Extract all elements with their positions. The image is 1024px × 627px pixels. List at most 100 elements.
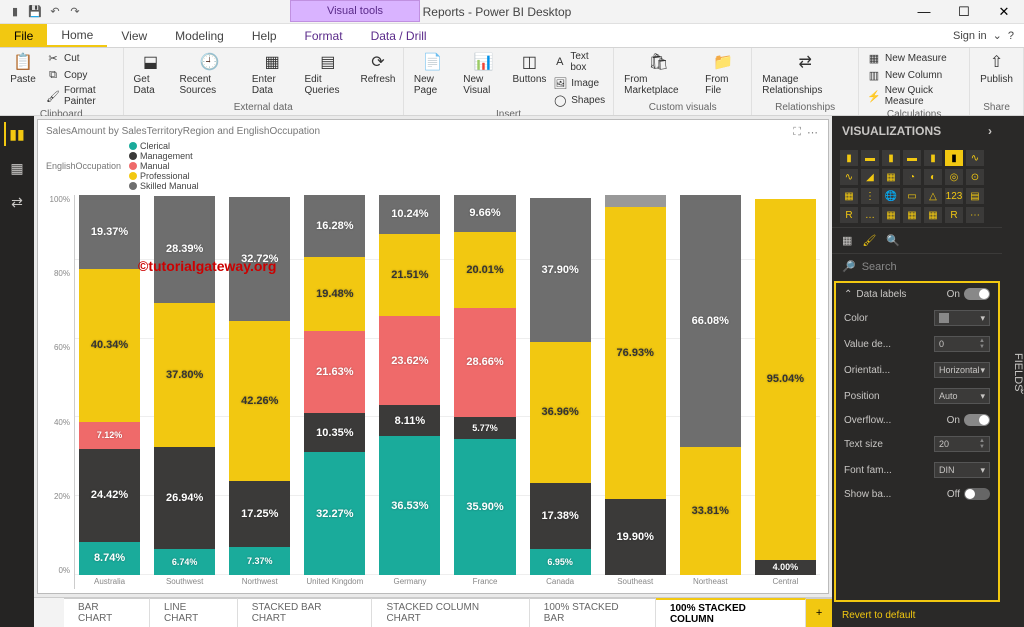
- buttons-button[interactable]: ◫Buttons: [512, 50, 548, 87]
- textbox-button[interactable]: AText box: [551, 50, 607, 74]
- viz-type-tile[interactable]: ▬: [903, 150, 921, 166]
- value-decimal-input[interactable]: 0▲▼: [934, 336, 990, 352]
- manage-relationships-button[interactable]: ⇄Manage Relationships: [758, 50, 852, 98]
- fields-well-icon[interactable]: ▦: [842, 234, 852, 247]
- from-marketplace-button[interactable]: 🛍From Marketplace: [620, 50, 697, 98]
- bar-segment[interactable]: 10.24%: [379, 195, 440, 234]
- viz-type-tile[interactable]: ⋮: [861, 188, 879, 204]
- copy-button[interactable]: ⧉Copy: [44, 67, 117, 83]
- bar-segment[interactable]: 35.90%: [454, 439, 515, 575]
- viz-type-tile[interactable]: ▦: [924, 207, 942, 223]
- new-visual-button[interactable]: 📊New Visual: [459, 50, 507, 98]
- bar-segment[interactable]: 4.00%: [755, 560, 816, 575]
- menu-tab-home[interactable]: Home: [47, 24, 107, 47]
- bar-segment[interactable]: 76.93%: [605, 207, 666, 499]
- bar-segment[interactable]: 95.04%: [755, 199, 816, 560]
- show-bg-toggle[interactable]: [964, 488, 990, 500]
- more-options-icon[interactable]: ⋯: [807, 126, 818, 139]
- format-painter-button[interactable]: 🖌Format Painter: [44, 84, 117, 108]
- viz-pane-header[interactable]: VISUALIZATIONS›: [832, 116, 1002, 146]
- quick-measure-button[interactable]: ⚡New Quick Measure: [865, 84, 963, 108]
- add-page-button[interactable]: +: [806, 598, 832, 627]
- format-icon[interactable]: 🖌: [862, 234, 876, 247]
- bar-segment[interactable]: 6.95%: [530, 549, 591, 575]
- bar-segment[interactable]: 40.34%: [79, 269, 140, 422]
- cut-button[interactable]: ✂Cut: [44, 50, 117, 66]
- file-tab[interactable]: File: [0, 24, 47, 47]
- orientation-select[interactable]: Horizontal▾: [934, 362, 990, 378]
- redo-icon[interactable]: ↷: [68, 5, 82, 19]
- new-measure-button[interactable]: ▦New Measure: [865, 50, 963, 66]
- viz-type-tile[interactable]: 123: [945, 188, 963, 204]
- visual-container[interactable]: ⛶ ⋯ SalesAmount by SalesTerritoryRegion …: [37, 119, 829, 594]
- viz-type-tile[interactable]: ▭: [903, 188, 921, 204]
- bar-segment[interactable]: 42.26%: [229, 321, 290, 482]
- legend-item[interactable]: Clerical: [129, 141, 199, 151]
- viz-type-tile[interactable]: R: [945, 207, 963, 223]
- viz-type-tile[interactable]: ▦: [882, 169, 900, 185]
- bar-segment[interactable]: 5.77%: [454, 417, 515, 439]
- viz-type-tile[interactable]: ◐: [924, 169, 942, 185]
- bar-column[interactable]: 33.81%66.08%Northeast: [680, 195, 741, 589]
- bar-segment[interactable]: 19.90%: [605, 499, 666, 575]
- bar-segment[interactable]: 36.53%: [379, 436, 440, 575]
- viz-type-tile[interactable]: ▮: [882, 150, 900, 166]
- data-labels-header[interactable]: ⌃ Data labels: [844, 289, 906, 300]
- viz-type-tile[interactable]: ▦: [882, 207, 900, 223]
- bar-segment[interactable]: 21.63%: [304, 331, 365, 413]
- bar-segment[interactable]: 6.74%: [154, 549, 215, 575]
- menu-tab-view[interactable]: View: [107, 24, 161, 47]
- bar-segment[interactable]: 19.48%: [304, 257, 365, 331]
- bar-segment[interactable]: 9.66%: [454, 195, 515, 232]
- viz-type-tile[interactable]: ⊙: [966, 169, 984, 185]
- bar-segment[interactable]: 33.81%: [680, 447, 741, 575]
- viz-type-tile[interactable]: ▦: [903, 207, 921, 223]
- bar-column[interactable]: 32.27%10.35%21.63%19.48%16.28%United Kin…: [304, 195, 365, 589]
- bar-column[interactable]: 6.95%17.38%36.96%37.90%Canada: [530, 195, 591, 589]
- help-icon[interactable]: ?: [1008, 30, 1014, 42]
- paste-button[interactable]: 📋Paste: [6, 50, 40, 87]
- bar-column[interactable]: 6.74%26.94%37.80%28.39%Southwest: [154, 195, 215, 589]
- bar-segment[interactable]: 28.66%: [454, 308, 515, 417]
- bar-segment[interactable]: 24.42%: [79, 449, 140, 542]
- position-select[interactable]: Auto▾: [934, 388, 990, 404]
- bar-segment[interactable]: 26.94%: [154, 447, 215, 549]
- data-labels-toggle[interactable]: [964, 288, 990, 300]
- bar-segment[interactable]: 7.37%: [229, 547, 290, 575]
- legend-item[interactable]: Manual: [129, 161, 199, 171]
- viz-type-tile[interactable]: 🌐: [882, 188, 900, 204]
- maximize-button[interactable]: ☐: [944, 0, 984, 24]
- viz-type-tile[interactable]: ∿: [840, 169, 858, 185]
- font-family-select[interactable]: DIN▾: [934, 462, 990, 478]
- enter-data-button[interactable]: ▦Enter Data: [248, 50, 297, 98]
- page-tab[interactable]: LINE CHART: [150, 598, 238, 627]
- legend-item[interactable]: Skilled Manual: [129, 181, 199, 191]
- report-view-button[interactable]: ▮▮: [4, 122, 28, 146]
- viz-type-tile[interactable]: R: [840, 207, 858, 223]
- legend-item[interactable]: Professional: [129, 171, 199, 181]
- bar-segment[interactable]: 17.38%: [530, 483, 591, 549]
- menu-tab-help[interactable]: Help: [238, 24, 291, 47]
- overflow-toggle[interactable]: [964, 414, 990, 426]
- model-view-button[interactable]: ⇄: [5, 190, 29, 214]
- bar-segment[interactable]: 19.37%: [79, 195, 140, 269]
- viz-type-tile[interactable]: ◎: [945, 169, 963, 185]
- bar-column[interactable]: 7.37%17.25%42.26%32.72%Northwest: [229, 195, 290, 589]
- legend-item[interactable]: Management: [129, 151, 199, 161]
- refresh-button[interactable]: ⟳Refresh: [359, 50, 397, 87]
- viz-type-tile[interactable]: ◔: [903, 169, 921, 185]
- fields-pane-collapsed[interactable]: FIELDS ‹: [1002, 116, 1024, 627]
- close-button[interactable]: ✕: [984, 0, 1024, 24]
- bar-segment[interactable]: 16.28%: [304, 195, 365, 257]
- viz-type-tile[interactable]: ▤: [966, 188, 984, 204]
- bar-segment[interactable]: 28.39%: [154, 196, 215, 304]
- bar-segment[interactable]: 7.12%: [79, 422, 140, 449]
- bar-segment[interactable]: 8.11%: [379, 405, 440, 436]
- page-tab[interactable]: STACKED COLUMN CHART: [372, 598, 529, 627]
- page-tab[interactable]: STACKED BAR CHART: [238, 598, 373, 627]
- bar-segment[interactable]: 20.01%: [454, 232, 515, 308]
- text-size-input[interactable]: 20▲▼: [934, 436, 990, 452]
- revert-to-default[interactable]: Revert to default: [832, 604, 1002, 627]
- analytics-icon[interactable]: 🔍: [886, 234, 900, 247]
- bar-segment[interactable]: 32.27%: [304, 452, 365, 575]
